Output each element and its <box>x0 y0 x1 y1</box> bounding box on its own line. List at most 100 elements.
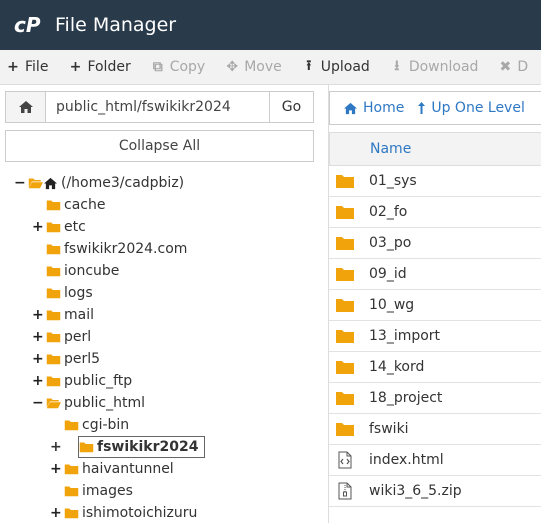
file-row[interactable]: fswiki <box>329 414 541 445</box>
zip-file-icon <box>338 482 352 500</box>
folder-icon <box>46 310 61 321</box>
tree-item[interactable]: cache <box>32 194 105 216</box>
file-row[interactable]: index.html <box>329 445 541 476</box>
file-name: index.html <box>369 452 444 468</box>
file-name: 18_project <box>369 390 443 406</box>
tree-item[interactable]: fswikikr2024.com <box>32 238 187 260</box>
home-nav-button[interactable]: Home <box>343 100 404 116</box>
plus-icon: + <box>69 59 82 75</box>
expand-icon[interactable]: + <box>32 373 44 389</box>
download-icon: ⭳ <box>394 58 400 74</box>
tree-item-label: haivantunnel <box>82 461 174 477</box>
collapse-icon[interactable]: − <box>32 395 44 411</box>
toolbar-d-button[interactable]: ✖ D <box>498 59 529 75</box>
file-name: 03_po <box>369 235 412 251</box>
expand-icon[interactable]: + <box>50 505 62 521</box>
toolbar-copy-button[interactable]: ⧉ Copy <box>151 59 206 75</box>
collapse-icon[interactable]: − <box>14 175 26 191</box>
file-type-icon <box>335 481 355 501</box>
toolbar-upload-button[interactable]: ⭱ Upload <box>302 55 370 79</box>
go-button[interactable]: Go <box>269 92 313 122</box>
tree-item[interactable]: + ishimotoichizuru <box>50 502 197 523</box>
tree-item-label: cache <box>64 197 106 213</box>
tree-item[interactable]: + mail <box>32 304 94 326</box>
toolbar-download-button[interactable]: ⭳ Download <box>390 55 479 79</box>
file-type-icon <box>335 419 355 439</box>
folder-icon <box>64 464 79 475</box>
column-header-name[interactable]: Name <box>329 132 541 166</box>
file-row[interactable]: 09_id <box>329 259 541 290</box>
file-row[interactable]: 13_import <box>329 321 541 352</box>
toolbar-label: Upload <box>320 59 370 75</box>
file-rows: 01_sys 02_fo 03_po 09_id 10_wg 13_import 14_ko… <box>329 166 541 507</box>
home-icon <box>18 101 33 113</box>
tree-item[interactable]: logs <box>32 282 93 304</box>
file-row[interactable]: 02_fo <box>329 197 541 228</box>
folder-icon <box>336 392 354 405</box>
expand-icon[interactable]: + <box>50 436 62 458</box>
home-icon <box>44 177 57 189</box>
toolbar-label: File <box>25 59 49 75</box>
tree-item-label: mail <box>64 307 94 323</box>
home-icon <box>344 102 357 114</box>
toolbar-folder-button[interactable]: + Folder <box>68 59 131 75</box>
file-name: 14_kord <box>369 359 425 375</box>
file-row[interactable]: 03_po <box>329 228 541 259</box>
toolbar-move-button[interactable]: ✥ Move <box>225 59 282 75</box>
folder-icon <box>64 486 79 497</box>
path-input[interactable] <box>46 92 269 122</box>
file-row[interactable]: wiki3_6_5.zip <box>329 476 541 507</box>
tree-item-label: logs <box>64 285 93 301</box>
file-table: Name 01_sys 02_fo 03_po 09_id 10_wg 13_import… <box>329 132 541 507</box>
toolbar-file-button[interactable]: + File <box>6 59 48 75</box>
folder-icon <box>336 423 354 436</box>
tree-item[interactable]: − (/home3/cadpbiz) <box>14 172 184 194</box>
file-type-icon <box>335 450 355 470</box>
tree-item[interactable]: + haivantunnel <box>50 458 174 480</box>
expand-icon[interactable]: + <box>32 329 44 345</box>
move-icon: ✥ <box>226 59 239 75</box>
expand-icon[interactable]: + <box>32 351 44 367</box>
folder-icon <box>46 222 61 233</box>
expand-icon[interactable]: + <box>32 307 44 323</box>
tree-item[interactable]: − public_html <box>32 392 145 414</box>
toolbar-label: Folder <box>87 59 131 75</box>
tree-item-label: images <box>82 483 133 499</box>
tree-item[interactable]: cgi-bin <box>50 414 129 436</box>
tree-item[interactable]: + etc <box>32 216 86 238</box>
tree-item[interactable]: fswikikr2024 <box>78 436 206 458</box>
tree-item[interactable]: + perl5 <box>32 348 100 370</box>
nav-bar: Home Up One Level <box>329 91 541 125</box>
up-one-level-button[interactable]: Up One Level <box>417 100 525 116</box>
folder-icon <box>336 268 354 281</box>
home-path-button[interactable] <box>6 92 46 122</box>
tree-item-label: public_html <box>64 395 146 411</box>
tree-item[interactable]: + perl <box>32 326 91 348</box>
folder-icon <box>336 299 354 312</box>
tree-item[interactable]: + public_ftp <box>32 370 132 392</box>
collapse-all-button[interactable]: Collapse All <box>5 130 314 162</box>
folder-open-icon <box>46 398 61 409</box>
file-row[interactable]: 10_wg <box>329 290 541 321</box>
toolbar-label: Download <box>408 59 479 75</box>
tree-item[interactable]: ioncube <box>32 260 119 282</box>
file-name: 10_wg <box>369 297 415 313</box>
html-file-icon <box>338 451 352 469</box>
tree-item[interactable]: images <box>50 480 133 502</box>
folder-icon <box>46 200 61 211</box>
file-name: fswiki <box>369 421 409 437</box>
tree-item-label: perl5 <box>64 351 101 367</box>
toolbar-label: D <box>517 59 529 75</box>
expand-icon[interactable]: + <box>32 219 44 235</box>
file-row[interactable]: 01_sys <box>329 166 541 197</box>
folder-icon <box>46 376 61 387</box>
toolbar-label: Move <box>244 59 282 75</box>
home-nav-label: Home <box>363 100 405 116</box>
file-type-icon <box>335 388 355 408</box>
folder-icon <box>79 442 94 453</box>
file-row[interactable]: 18_project <box>329 383 541 414</box>
tree-item-label: etc <box>64 219 86 235</box>
toolbar: + File + Folder ⧉ Copy ✥ Move ⭱ Upload ⭳ Download ✖ D <box>0 50 541 85</box>
file-row[interactable]: 14_kord <box>329 352 541 383</box>
expand-icon[interactable]: + <box>50 461 62 477</box>
